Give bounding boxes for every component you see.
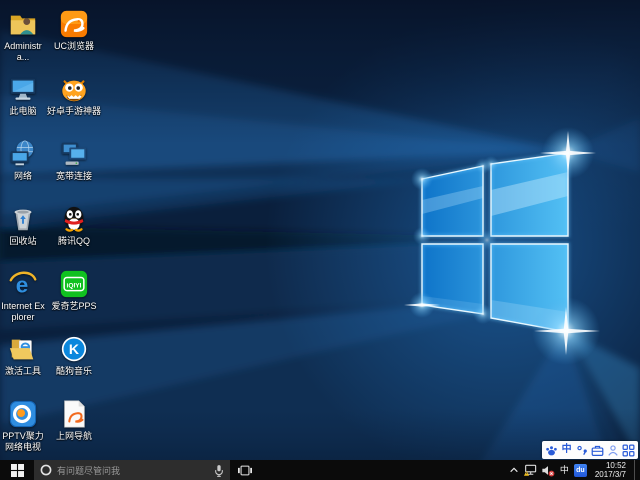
svg-text:e: e: [16, 272, 29, 297]
tray-hidden-icons-chevron[interactable]: [509, 460, 519, 480]
desktop-icon-recycle-bin[interactable]: 回收站: [1, 203, 45, 247]
cortana-icon: [40, 464, 52, 476]
tray-baidu-ime-icon[interactable]: du: [574, 464, 587, 477]
web-navigation-icon: [59, 399, 89, 429]
monster-game-icon: [59, 74, 89, 104]
system-tray: 中 du 10:52 2017/3/7: [509, 460, 640, 480]
taskbar: 有问题尽管问我: [0, 460, 640, 480]
tray-ime-language-indicator[interactable]: 中: [559, 460, 570, 480]
desktop-icon-kugou-music[interactable]: K 酷狗音乐: [45, 333, 103, 377]
iqiyi-icon: iQIYI: [59, 269, 89, 299]
taskbar-empty-area: [260, 460, 509, 480]
icon-label: 好卓手游神器: [45, 106, 103, 117]
clock-date: 2017/3/7: [595, 470, 626, 479]
uc-browser-icon: [59, 9, 89, 39]
broadband-connection-icon: [59, 139, 89, 169]
task-view-button[interactable]: [230, 460, 260, 480]
icon-label: 激活工具: [1, 366, 45, 377]
search-placeholder-text: 有问题尽管问我: [57, 464, 209, 477]
volume-muted-icon: [541, 464, 555, 477]
internet-explorer-icon: e: [8, 269, 38, 299]
icon-label: 回收站: [1, 236, 45, 247]
user-folder-icon: [8, 9, 38, 39]
ime-account-icon[interactable]: [607, 442, 620, 458]
qq-penguin-icon: [59, 204, 89, 234]
icon-label: 上网导航: [45, 431, 103, 442]
cortana-search-box[interactable]: 有问题尽管问我: [34, 460, 230, 480]
desktop-icon-activation-tools[interactable]: 激活工具: [1, 333, 45, 377]
ime-chinese-mode-button[interactable]: 中: [560, 442, 573, 458]
microphone-icon[interactable]: [214, 464, 224, 477]
icon-label: 腾讯QQ: [45, 236, 103, 247]
pptv-icon: [8, 399, 38, 429]
desktop-icon-pptv[interactable]: PPTV聚力 网络电视: [1, 398, 45, 453]
tray-network-status[interactable]: [523, 460, 537, 480]
baidu-logo-paw-icon[interactable]: [545, 442, 558, 458]
activation-tools-icon: [8, 334, 38, 364]
network-icon: [8, 139, 38, 169]
network-warning-icon: [523, 464, 537, 477]
desktop-icon-uc-browser[interactable]: UC浏览器: [45, 8, 103, 52]
this-pc-icon: [8, 74, 38, 104]
show-desktop-button[interactable]: [634, 460, 638, 480]
desktop-icon-network[interactable]: 网络: [1, 138, 45, 182]
icon-label: 此电脑: [1, 106, 45, 117]
icon-label: 爱奇艺PPS: [45, 301, 103, 312]
baidu-ime-toolbar[interactable]: 中: [542, 441, 638, 459]
icon-label: Internet Explorer: [1, 301, 45, 323]
desktop-icon-tencent-qq[interactable]: 腾讯QQ: [45, 203, 103, 247]
windows-logo-icon: [11, 464, 24, 477]
icon-label: UC浏览器: [45, 41, 103, 52]
tray-volume-muted[interactable]: [541, 460, 555, 480]
recycle-bin-icon: [8, 204, 38, 234]
desktop[interactable]: Administra... 此电脑 网络 回收站: [0, 0, 640, 480]
icon-label: 宽带连接: [45, 171, 103, 182]
desktop-icon-iqiyi-pps[interactable]: iQIYI 爱奇艺PPS: [45, 268, 103, 312]
tray-clock[interactable]: 10:52 2017/3/7: [591, 461, 630, 479]
start-button[interactable]: [0, 460, 34, 480]
desktop-icon-internet-explorer[interactable]: e Internet Explorer: [1, 268, 45, 323]
ime-toolbox-icon[interactable]: [591, 442, 604, 458]
kugou-icon: K: [59, 334, 89, 364]
desktop-icon-haozhuo-game[interactable]: 好卓手游神器: [45, 73, 103, 117]
desktop-icon-web-navigation[interactable]: 上网导航: [45, 398, 103, 442]
icon-label: 酷狗音乐: [45, 366, 103, 377]
svg-text:iQIYI: iQIYI: [67, 282, 82, 289]
svg-text:K: K: [69, 341, 80, 357]
ime-punctuation-button[interactable]: [576, 442, 589, 458]
ime-panel-grid-icon[interactable]: [622, 442, 635, 458]
task-view-icon: [238, 465, 252, 476]
chevron-up-icon: [509, 466, 519, 474]
icon-label: Administra...: [1, 41, 45, 63]
icon-label: PPTV聚力 网络电视: [1, 431, 45, 453]
desktop-icon-broadband[interactable]: 宽带连接: [45, 138, 103, 182]
desktop-icon-this-pc[interactable]: 此电脑: [1, 73, 45, 117]
desktop-icon-administrator[interactable]: Administra...: [1, 8, 45, 63]
icon-label: 网络: [1, 171, 45, 182]
clock-time: 10:52: [595, 461, 626, 470]
